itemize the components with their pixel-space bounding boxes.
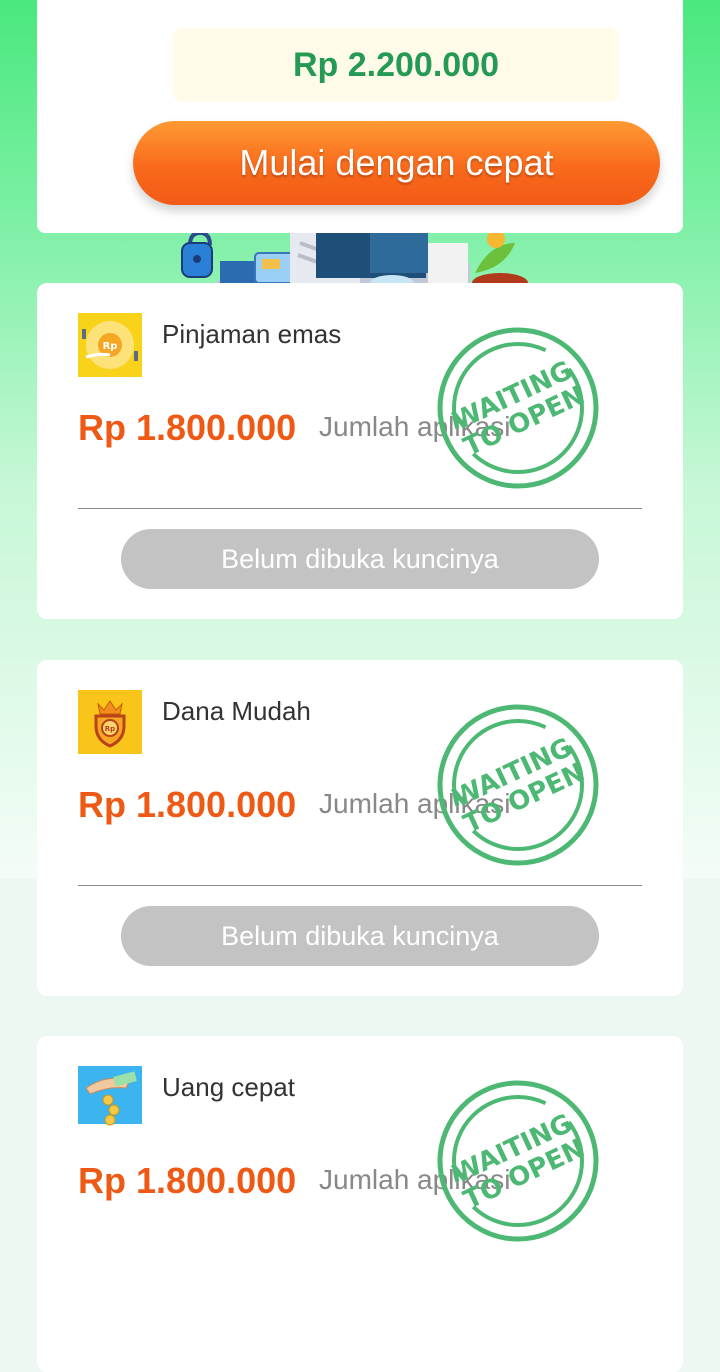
plant-icon (472, 233, 528, 283)
loan-name: Pinjaman emas (162, 319, 342, 349)
divider (78, 885, 642, 886)
finance-illustration (170, 233, 540, 283)
loan-amount: Rp 1.800.000 (78, 407, 297, 448)
crown-shield-icon: Rp (78, 690, 142, 754)
divider (78, 508, 642, 509)
loan-card-uang-cepat: Uang cepat Rp 1.800.000 Jumlah aplikasi … (37, 1036, 683, 1372)
max-amount: Rp 2.200.000 (292, 45, 500, 84)
waiting-to-open-stamp: WAITING TO OPEN (435, 1078, 601, 1244)
waiting-to-open-stamp: WAITING TO OPEN (435, 325, 601, 491)
start-quick-button[interactable]: Mulai dengan cepat (133, 121, 660, 205)
loan-amount-label: Jumlah aplikasi (319, 788, 511, 819)
loan-name: Dana Mudah (162, 696, 311, 726)
max-amount-box: Rp 2.200.000 (173, 28, 619, 102)
padlock-icon (181, 233, 213, 278)
loan-amount: Rp 1.800.000 (78, 1160, 297, 1201)
locked-button[interactable]: Belum dibuka kuncinya (121, 529, 599, 589)
loan-name: Uang cepat (162, 1072, 295, 1102)
locked-button[interactable]: Belum dibuka kuncinya (121, 906, 599, 966)
svg-text:Rp: Rp (103, 341, 118, 352)
gold-coin-hands-icon: Rp (78, 313, 142, 377)
top-card: Rp 2.200.000 Mulai dengan cepat (37, 0, 683, 233)
waiting-to-open-stamp: WAITING TO OPEN (435, 702, 601, 868)
svg-text:Rp: Rp (105, 725, 115, 733)
loan-amount: Rp 1.800.000 (78, 784, 297, 825)
loan-amount-label: Jumlah aplikasi (319, 411, 511, 442)
hand-coins-icon (78, 1066, 142, 1130)
loan-card-dana-mudah: Rp Dana Mudah Rp 1.800.000 Jumlah aplika… (37, 660, 683, 996)
loan-amount-label: Jumlah aplikasi (319, 1164, 511, 1195)
loan-card-pinjaman-emas: Rp Pinjaman emas Rp 1.800.000 Jumlah apl… (37, 283, 683, 619)
